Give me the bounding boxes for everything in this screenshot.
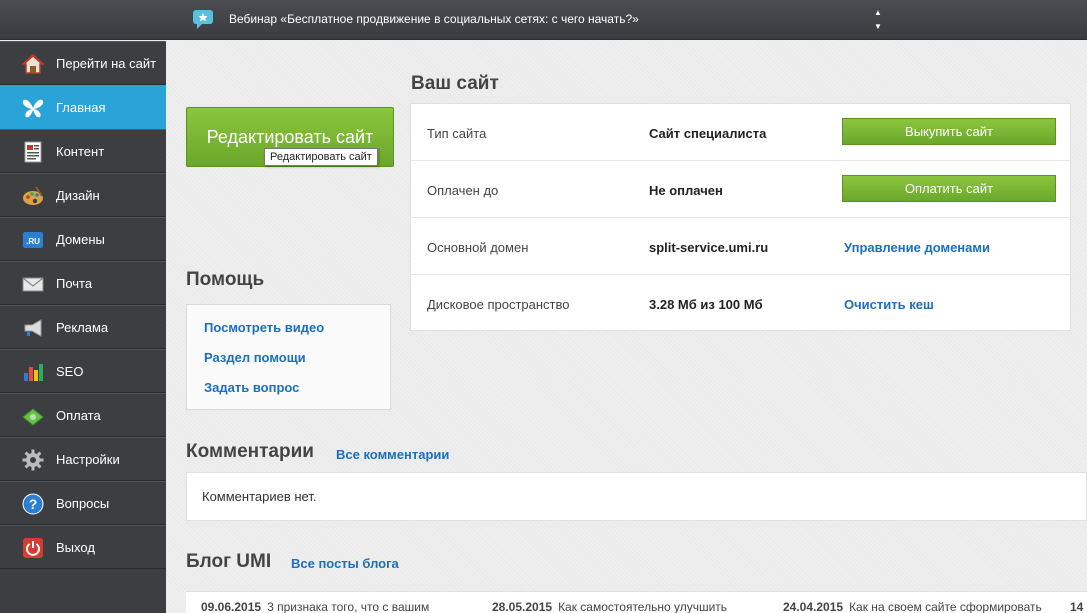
- bar-chart-icon: [24, 364, 43, 381]
- disk-space-value: 3.28 Мб из 100 Мб: [649, 297, 763, 312]
- power-icon: [23, 538, 43, 558]
- svg-text:?: ?: [29, 496, 38, 512]
- pay-site-button[interactable]: Оплатить сайт: [842, 175, 1056, 202]
- sidebar-item-label: Вопросы: [56, 495, 110, 511]
- disk-space-row: Дисковое пространство 3.28 Мб из 100 Мб …: [411, 275, 1070, 332]
- ru-badge-text: .RU: [26, 237, 40, 246]
- megaphone-icon: [24, 319, 42, 337]
- sidebar-item-payment[interactable]: Оплата: [0, 393, 166, 437]
- envelope-icon: [22, 277, 44, 292]
- main-domain-label: Основной домен: [427, 240, 529, 255]
- edit-site-tooltip: Редактировать сайт: [264, 148, 378, 166]
- sidebar-item-questions[interactable]: ? Вопросы: [0, 481, 166, 525]
- blog-post-title: Как на своем сайте сформировать: [849, 600, 1042, 613]
- sidebar-item-goto-site[interactable]: Перейти на сайт: [0, 41, 166, 85]
- blog-post[interactable]: 28.05.2015 Как самостоятельно улучшить: [492, 600, 727, 613]
- sidebar-item-label: Домены: [56, 231, 105, 247]
- sidebar-item-label: Почта: [56, 275, 93, 291]
- question-icon: ?: [22, 493, 44, 515]
- comments-section-title: Комментарии: [186, 441, 314, 462]
- all-comments-link[interactable]: Все комментарии: [336, 447, 449, 462]
- ask-question-link[interactable]: Задать вопрос: [204, 380, 299, 395]
- sidebar-item-label: Контент: [56, 143, 105, 159]
- house-icon: [22, 53, 44, 74]
- blog-post-title: 3 признака того, что с вашим: [267, 600, 430, 613]
- manage-domains-link[interactable]: Управление доменами: [844, 240, 990, 255]
- sidebar-item-domains[interactable]: .RU Домены: [0, 217, 166, 261]
- blog-post-title: Как самостоятельно улучшить: [558, 600, 728, 613]
- scroll-up-icon[interactable]: ▲: [872, 6, 884, 20]
- main-domain-value: split-service.umi.ru: [649, 240, 769, 255]
- paid-until-label: Оплачен до: [427, 183, 499, 198]
- sidebar-item-content[interactable]: Контент: [0, 129, 166, 173]
- watch-video-link[interactable]: Посмотреть видео: [204, 320, 324, 335]
- site-type-value: Сайт специалиста: [649, 126, 767, 141]
- blog-post-date: 24.04.2015: [783, 600, 844, 613]
- announcement-scroller: ▲ ▼: [872, 6, 884, 34]
- sidebar-item-settings[interactable]: Настройки: [0, 437, 166, 481]
- blog-posts-list: 09.06.2015 3 признака того, что с вашим 2…: [186, 591, 1087, 613]
- blog-post[interactable]: 24.04.2015 Как на своем сайте сформироват…: [783, 600, 1042, 613]
- main-content: Редактировать сайт Редактировать сайт Ва…: [166, 41, 1087, 613]
- sidebar-item-label: Выход: [56, 539, 95, 555]
- sidebar-item-label: Главная: [56, 99, 106, 115]
- sidebar-item-label: SEO: [56, 363, 84, 379]
- site-info-panel: Тип сайта Сайт специалиста Выкупить сайт…: [410, 103, 1071, 331]
- site-type-row: Тип сайта Сайт специалиста Выкупить сайт: [411, 104, 1070, 161]
- blog-section-title: Блог UMI: [186, 551, 272, 572]
- sidebar-item-label: Дизайн: [56, 187, 100, 203]
- disk-space-label: Дисковое пространство: [427, 297, 570, 312]
- sidebar-nav: Перейти на сайт Главная Контент Дизайн .…: [0, 41, 166, 613]
- blog-post[interactable]: 14: [1070, 600, 1087, 613]
- blog-post-date: 09.06.2015: [201, 600, 262, 613]
- help-section-title: Помощь: [186, 269, 265, 290]
- top-announcement-bar: Вебинар «Бесплатное продвижение в социал…: [0, 0, 1087, 40]
- paid-until-row: Оплачен до Не оплачен Оплатить сайт: [411, 161, 1070, 218]
- sidebar-item-mail[interactable]: Почта: [0, 261, 166, 305]
- blog-post[interactable]: 09.06.2015 3 признака того, что с вашим: [201, 600, 429, 613]
- sidebar-item-label: Оплата: [56, 407, 101, 423]
- buy-site-button[interactable]: Выкупить сайт: [842, 118, 1056, 145]
- main-domain-row: Основной домен split-service.umi.ru Упра…: [411, 218, 1070, 275]
- sidebar-item-seo[interactable]: SEO: [0, 349, 166, 393]
- paid-until-value: Не оплачен: [649, 183, 723, 198]
- site-type-label: Тип сайта: [427, 126, 487, 141]
- help-section-link[interactable]: Раздел помощи: [204, 350, 306, 365]
- comments-box: Комментариев нет.: [186, 472, 1087, 521]
- sidebar-item-design[interactable]: Дизайн: [0, 173, 166, 217]
- sidebar-item-home[interactable]: Главная: [0, 85, 166, 129]
- money-icon: [22, 408, 44, 426]
- blog-post-date: 14: [1070, 600, 1084, 613]
- ru-domain-icon: .RU: [23, 232, 43, 248]
- gear-icon: [22, 449, 44, 471]
- all-blog-posts-link[interactable]: Все посты блога: [291, 556, 399, 571]
- clear-cache-link[interactable]: Очистить кеш: [844, 297, 934, 312]
- webinar-announcement-link[interactable]: Вебинар «Бесплатное продвижение в социал…: [229, 12, 639, 26]
- butterfly-icon: [22, 99, 44, 118]
- blog-post-date: 28.05.2015: [492, 600, 553, 613]
- sidebar-item-label: Настройки: [56, 451, 120, 467]
- site-section-title: Ваш сайт: [411, 73, 499, 94]
- sidebar-item-ads[interactable]: Реклама: [0, 305, 166, 349]
- sidebar-item-logout[interactable]: Выход: [0, 525, 166, 569]
- help-box: Посмотреть видео Раздел помощи Задать во…: [186, 304, 391, 410]
- palette-icon: [23, 186, 43, 205]
- scroll-down-icon[interactable]: ▼: [872, 20, 884, 34]
- sidebar-item-label: Перейти на сайт: [56, 55, 157, 71]
- document-icon: [24, 141, 42, 163]
- no-comments-text: Комментариев нет.: [202, 489, 317, 504]
- chat-bubble-icon: [193, 10, 213, 29]
- sidebar-item-label: Реклама: [56, 319, 109, 335]
